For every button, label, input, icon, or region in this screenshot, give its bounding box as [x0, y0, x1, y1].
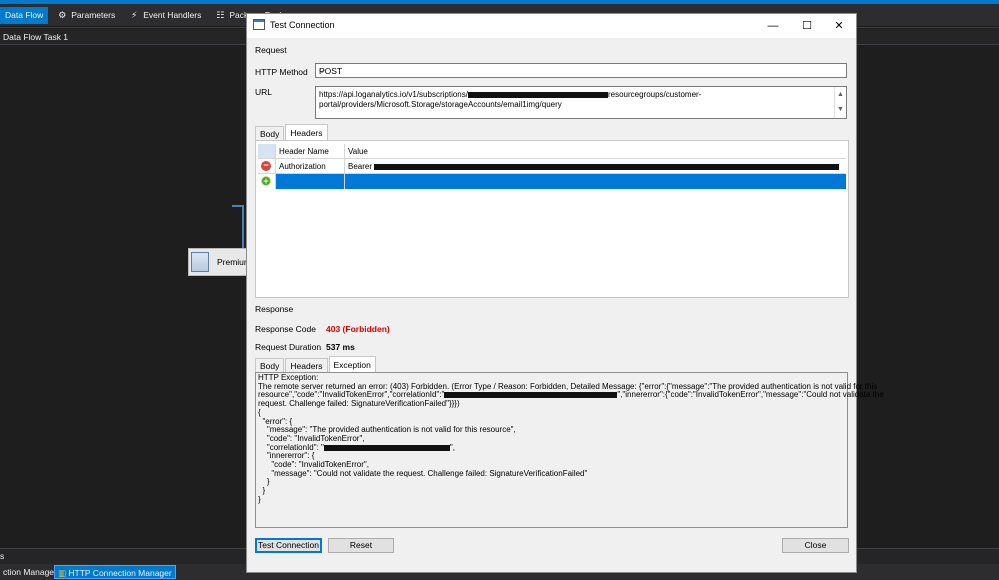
- tab-exception[interactable]: Exception: [328, 356, 376, 372]
- tab-parameters[interactable]: ⚙ Parameters: [52, 7, 120, 24]
- exception-line: "error": {: [258, 416, 293, 426]
- url-scrollbar[interactable]: ▲ ▼: [834, 87, 846, 118]
- tab-body[interactable]: Body: [255, 126, 285, 140]
- parameters-icon: ⚙: [58, 10, 67, 20]
- grid-header-row: Header Name Value: [258, 144, 846, 159]
- response-section-label: Response: [255, 304, 294, 314]
- chevron-down-icon: ⌵: [319, 66, 326, 75]
- header-value-text: Bearer: [348, 162, 373, 171]
- exception-line: "code": "InvalidTokenError",: [258, 460, 369, 470]
- component-icon: [191, 252, 209, 272]
- exception-line: }: [258, 477, 270, 487]
- tab-data-flow[interactable]: Data Flow: [0, 6, 49, 24]
- data-flow-component[interactable]: Premium: [188, 248, 252, 276]
- test-connection-dialog: Test Connection — ☐ ✕ Request HTTP Metho…: [246, 13, 884, 573]
- exception-line: HTTP Exception:: [258, 373, 319, 382]
- ide-tab-label: Event Handlers: [143, 10, 202, 20]
- exception-line: ",: [449, 442, 455, 452]
- exception-line: "innererror": {: [258, 451, 315, 461]
- tab-response-headers[interactable]: Headers: [285, 358, 328, 372]
- new-row[interactable]: +: [258, 174, 846, 189]
- exception-line: }: [258, 494, 261, 504]
- exception-line: }: [258, 486, 266, 496]
- connection-managers-header-label: s: [0, 551, 5, 561]
- url-label: URL: [255, 87, 273, 97]
- column-header-name[interactable]: Header Name: [276, 144, 345, 158]
- connection-manager-item[interactable]: ction Manager: [0, 565, 60, 579]
- row-header: +: [258, 174, 276, 189]
- add-row-icon[interactable]: +: [261, 176, 271, 186]
- header-name-cell[interactable]: Authorization: [276, 159, 345, 173]
- url-text-end: resourcegroups/customer-: [607, 90, 702, 99]
- headers-panel: Header Name Value − Authorization Bearer…: [255, 140, 849, 298]
- reset-button[interactable]: Reset: [328, 538, 394, 553]
- tab-headers[interactable]: Headers: [285, 124, 328, 140]
- exception-line: "message": "Could not validate the reque…: [258, 468, 588, 478]
- http-connection-manager-item[interactable]: ▥ HTTP Connection Manager: [54, 565, 176, 579]
- exception-line: ","innererror":{"code":"InvalidTokenErro…: [617, 390, 884, 400]
- tab-event-handlers[interactable]: ⚡ Event Handlers: [124, 7, 206, 24]
- redacted-block: [467, 91, 608, 98]
- delete-row-icon[interactable]: −: [261, 161, 271, 171]
- url-text-start: https://api.loganalytics.io/v1/subscript…: [319, 90, 468, 99]
- exception-text-area[interactable]: HTTP Exception: The remote server return…: [255, 372, 884, 528]
- connection-manager-label: HTTP Connection Manager: [68, 568, 172, 578]
- path-connector: [242, 205, 244, 251]
- redacted-block: [374, 163, 840, 170]
- url-text-line2: portal/providers/Microsoft.Storage/stora…: [319, 99, 562, 109]
- request-section-label: Request: [255, 45, 287, 55]
- exception-line: "correlationId": ": [258, 442, 324, 452]
- new-header-value-cell[interactable]: [345, 174, 846, 189]
- new-header-name-cell[interactable]: [276, 174, 345, 189]
- connection-manager-label: ction Manager: [3, 567, 57, 577]
- http-method-label: HTTP Method: [255, 67, 308, 77]
- exception-line: resource","code":"InvalidTokenError","co…: [258, 390, 445, 400]
- http-method-select[interactable]: POST ⌵: [315, 63, 847, 78]
- tab-response-body[interactable]: Body: [255, 358, 285, 372]
- url-field[interactable]: https://api.loganalytics.io/v1/subscript…: [315, 86, 847, 119]
- ide-tab-label: Parameters: [71, 10, 116, 20]
- response-code-value: 403 (Forbidden): [326, 324, 390, 334]
- minimize-button[interactable]: —: [756, 14, 790, 38]
- close-window-button[interactable]: ✕: [822, 14, 856, 38]
- exception-text: HTTP Exception: The remote server return…: [258, 373, 884, 505]
- headers-grid: Header Name Value − Authorization Bearer…: [258, 144, 846, 189]
- dialog-title-bar: Test Connection — ☐ ✕: [247, 14, 856, 38]
- event-handlers-icon: ⚡: [131, 10, 138, 20]
- redacted-block: [323, 444, 450, 451]
- table-row[interactable]: − Authorization Bearer: [258, 159, 846, 174]
- scroll-down-icon[interactable]: ▼: [835, 102, 846, 117]
- http-connection-icon: ▥: [58, 568, 67, 578]
- request-duration-label: Request Duration: [255, 342, 322, 352]
- row-header: −: [258, 159, 276, 173]
- package-explorer-icon: ☷: [216, 10, 225, 20]
- response-code-label: Response Code: [255, 324, 316, 334]
- exception-line: {: [258, 407, 261, 417]
- task-selector-label: Data Flow Task 1: [3, 32, 69, 42]
- maximize-button[interactable]: ☐: [790, 14, 824, 38]
- redacted-block: [444, 392, 618, 399]
- request-tabs: Body Headers: [255, 124, 329, 140]
- request-duration-value: 537 ms: [326, 342, 355, 352]
- dialog-title: Test Connection: [270, 20, 335, 30]
- close-button[interactable]: Close: [782, 538, 849, 553]
- exception-line: "code": "InvalidTokenError",: [258, 433, 365, 443]
- column-header-value[interactable]: Value: [345, 144, 846, 158]
- scroll-up-icon[interactable]: ▲: [835, 87, 846, 102]
- exception-line: "message": "The provided authentication …: [258, 425, 516, 435]
- ide-tab-label: Data Flow: [5, 10, 44, 20]
- test-connection-button[interactable]: Test Connection: [255, 538, 322, 553]
- response-tabs: Body Headers Exception: [255, 356, 377, 372]
- exception-line: request. Challenge failed: SignatureVeri…: [258, 399, 460, 409]
- row-header-corner: [258, 144, 276, 158]
- window-icon: [253, 19, 265, 30]
- exception-line: The remote server returned an error: (40…: [258, 381, 878, 391]
- header-value-cell[interactable]: Bearer: [345, 159, 846, 173]
